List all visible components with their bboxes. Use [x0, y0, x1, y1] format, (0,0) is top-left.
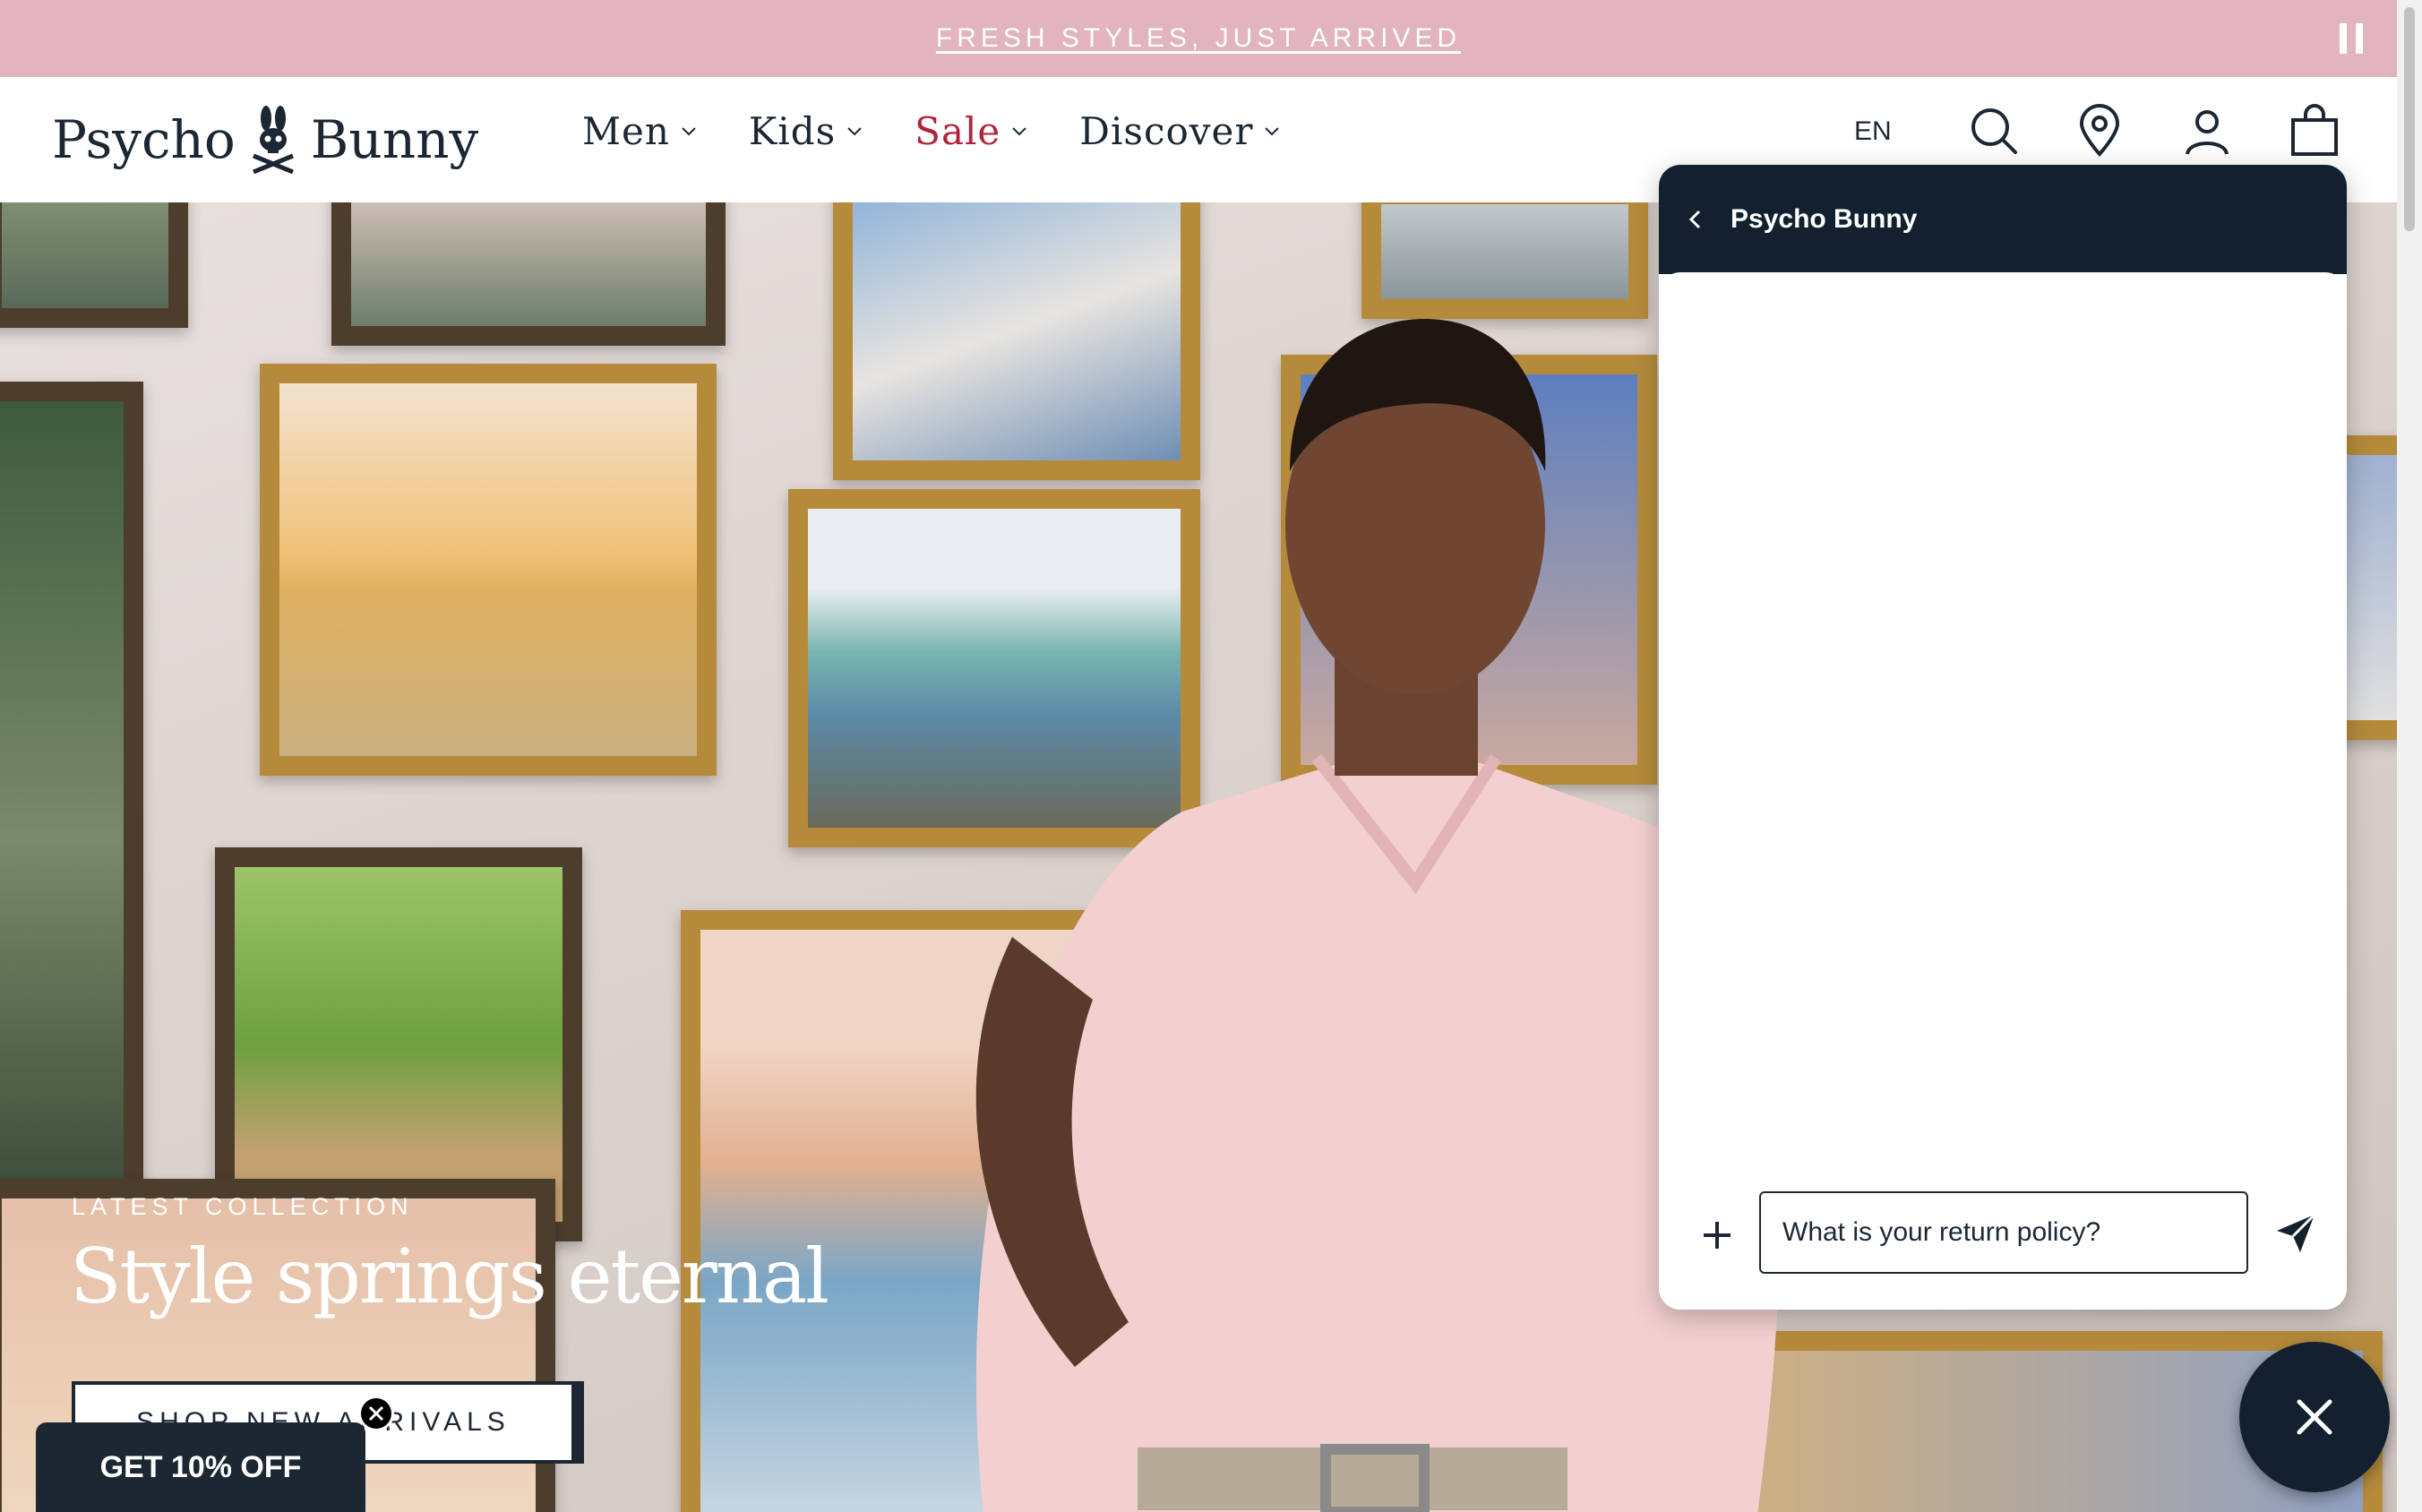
- nav-item-kids[interactable]: Kids: [749, 109, 863, 153]
- brand-name-left: Psycho: [52, 109, 236, 170]
- painting-frame: [0, 382, 143, 1295]
- chat-title: Psycho Bunny: [1731, 204, 1918, 234]
- nav-label-kids: Kids: [748, 109, 837, 153]
- chevron-down-icon: [1265, 126, 1280, 135]
- chat-widget: Psycho Bunny: [1659, 165, 2347, 1310]
- close-icon: [2297, 1399, 2332, 1435]
- page-scrollbar[interactable]: [2397, 0, 2422, 1512]
- nav-item-sale[interactable]: Sale: [915, 109, 1027, 153]
- chevron-left-icon: [1688, 210, 1701, 229]
- pause-icon[interactable]: [2338, 23, 2365, 54]
- cart-icon[interactable]: [2288, 104, 2341, 158]
- brand-logo[interactable]: Psycho Bunny: [52, 104, 478, 176]
- hero-title: Style springs eternal: [70, 1233, 829, 1320]
- search-icon[interactable]: [1967, 104, 2021, 158]
- attach-plus-icon[interactable]: [1695, 1213, 1739, 1258]
- nav-item-men[interactable]: Men: [582, 109, 697, 153]
- account-icon[interactable]: [2180, 104, 2234, 158]
- chat-close-button[interactable]: [2239, 1342, 2390, 1492]
- chat-header: Psycho Bunny: [1659, 165, 2347, 274]
- painting-frame: [331, 202, 726, 346]
- close-icon: [368, 1405, 384, 1422]
- scrollbar-thumb[interactable]: [2404, 7, 2415, 231]
- nav-item-discover[interactable]: Discover: [1079, 109, 1280, 153]
- chat-message-input[interactable]: [1759, 1191, 2248, 1274]
- language-selector[interactable]: EN: [1854, 116, 1892, 147]
- announcement-link[interactable]: FRESH STYLES, JUST ARRIVED: [936, 23, 1461, 54]
- chevron-down-icon: [847, 126, 862, 135]
- discount-promo-tab[interactable]: GET 10% OFF: [36, 1422, 365, 1512]
- chat-back-button[interactable]: [1659, 165, 1731, 274]
- chevron-down-icon: [682, 126, 696, 135]
- chat-messages-area: [1659, 272, 2347, 1310]
- store-locator-icon[interactable]: [2073, 104, 2126, 158]
- nav-label-sale: Sale: [915, 109, 1001, 153]
- bunny-skull-icon: [252, 106, 294, 174]
- hero-eyebrow: LATEST COLLECTION: [72, 1193, 414, 1220]
- painting-frame: [260, 364, 717, 776]
- chevron-down-icon: [1012, 126, 1026, 135]
- brand-name-right: Bunny: [310, 109, 479, 170]
- painting-frame: [0, 202, 188, 328]
- promo-close-button[interactable]: [358, 1396, 394, 1431]
- announcement-bar: FRESH STYLES, JUST ARRIVED: [0, 0, 2397, 77]
- send-icon[interactable]: [2273, 1211, 2318, 1256]
- nav-label-discover: Discover: [1079, 109, 1254, 153]
- nav-label-men: Men: [582, 109, 670, 153]
- main-nav: Men Kids Sale Discover: [582, 109, 1280, 153]
